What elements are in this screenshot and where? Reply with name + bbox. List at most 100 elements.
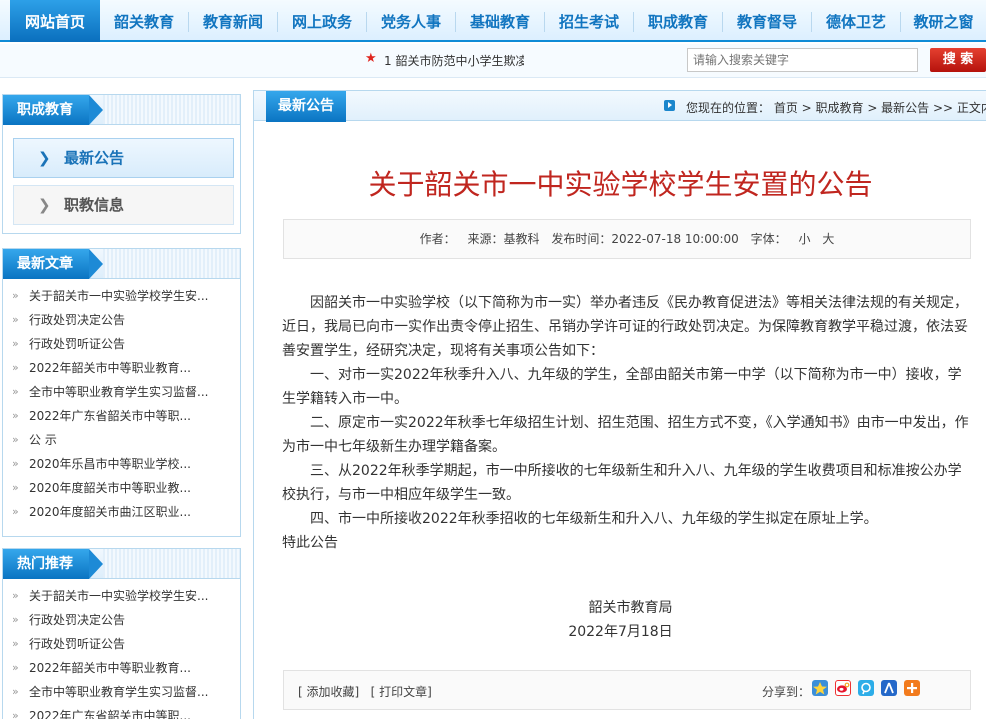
article-footer: [ 添加收藏] [ 打印文章] 分享到：	[283, 670, 971, 710]
article-paragraph: 二、原定市一实2022年秋季七年级招生计划、招生范围、招生方式不变，《入学通知书…	[282, 415, 969, 455]
share-label: 分享到：	[762, 685, 811, 699]
print-article-link[interactable]: [ 打印文章]	[371, 685, 432, 699]
weibo-share-icon[interactable]	[835, 680, 851, 696]
double-chevron-icon: »	[12, 337, 19, 350]
sidebar-section-title: 职成教育	[3, 95, 103, 125]
sidebar-item-vocational-info[interactable]: ❯ 职教信息	[13, 185, 234, 225]
tencent-weibo-share-icon[interactable]	[858, 680, 874, 696]
font-small-button[interactable]: 小	[798, 232, 810, 246]
article-date: 2022年7月18日	[568, 624, 673, 640]
nav-item-enrollment-exams[interactable]: 招生考试	[545, 0, 633, 42]
qzone-share-icon[interactable]	[812, 680, 828, 696]
nav-item-sports-health-arts[interactable]: 德体卫艺	[812, 0, 900, 42]
nav-item-online-affairs[interactable]: 网上政务	[278, 0, 366, 42]
article-panel-tab: 最新公告	[266, 91, 346, 122]
article-paragraph: 三、从2022年秋季学期起，市一中所接收的七年级新生和升入八、九年级的学生收费项…	[282, 463, 962, 503]
add-favorite-link[interactable]: [ 添加收藏]	[298, 685, 359, 699]
hot-recommended-list: » 关于韶关市一中实验学校学生安... » 行政处罚决定公告 » 行政处罚听证公告 »…	[3, 579, 240, 719]
latest-articles-list: » 关于韶关市一中实验学校学生安... » 行政处罚决定公告 » 行政处罚听证公告 »…	[3, 279, 240, 524]
double-chevron-icon: »	[12, 685, 19, 698]
list-item[interactable]: » 全市中等职业教育学生实习监督...	[3, 380, 240, 404]
double-chevron-icon: »	[12, 505, 19, 518]
list-item[interactable]: » 2022年广东省韶关市中等职...	[3, 704, 240, 719]
list-item[interactable]: » 行政处罚听证公告	[3, 632, 240, 656]
news-ticker[interactable]: 1 韶关市防范中小学生欺凌	[384, 52, 524, 68]
nav-item-shaoguan-education[interactable]: 韶关教育	[100, 0, 188, 42]
latest-articles-header: 最新文章	[3, 249, 240, 279]
search-button[interactable]: 搜 索	[930, 48, 986, 72]
double-chevron-icon: »	[12, 661, 19, 674]
sidebar-section-header: 职成教育	[3, 95, 240, 125]
hot-recommended-header: 热门推荐	[3, 549, 240, 579]
nav-item-education-news[interactable]: 教育新闻	[189, 0, 277, 42]
double-chevron-icon: »	[12, 481, 19, 494]
nav-item-home[interactable]: 网站首页	[10, 0, 100, 42]
article-body: 因韶关市一中实验学校（以下简称为市一实）举办者违反《民办教育促进法》等相关法律法…	[282, 291, 972, 555]
nav-item-teaching-research[interactable]: 教研之窗	[901, 0, 986, 42]
article-actions: [ 添加收藏] [ 打印文章]	[298, 683, 432, 700]
chevron-right-icon: ❯	[38, 196, 51, 214]
double-chevron-icon: »	[12, 709, 19, 719]
article-panel: 最新公告 您现在的位置： 首页 > 职成教育 > 最新公告 >> 正文内容 关于…	[253, 90, 986, 719]
list-item[interactable]: » 全市中等职业教育学生实习监督...	[3, 680, 240, 704]
double-chevron-icon: »	[12, 457, 19, 470]
list-item[interactable]: » 2022年韶关市中等职业教育...	[3, 356, 240, 380]
nav-item-party-personnel[interactable]: 党务人事	[367, 0, 455, 42]
hot-recommended-box: 热门推荐 » 关于韶关市一中实验学校学生安... » 行政处罚决定公告 » 行政处罚听…	[2, 548, 241, 719]
list-item[interactable]: » 2022年广东省韶关市中等职...	[3, 404, 240, 428]
hot-recommended-title: 热门推荐	[3, 549, 103, 579]
double-chevron-icon: »	[12, 385, 19, 398]
list-item[interactable]: » 行政处罚决定公告	[3, 308, 240, 332]
article-paragraph: 因韶关市一中实验学校（以下简称为市一实）举办者违反《民办教育促进法》等相关法律法…	[282, 295, 968, 359]
list-item[interactable]: » 关于韶关市一中实验学校学生安...	[3, 284, 240, 308]
double-chevron-icon: »	[12, 361, 19, 374]
article-title: 关于韶关市一中实验学校学生安置的公告	[368, 168, 873, 201]
list-item[interactable]: » 行政处罚听证公告	[3, 332, 240, 356]
search-input[interactable]	[687, 48, 918, 72]
double-chevron-icon: »	[12, 313, 19, 326]
double-chevron-icon: »	[12, 409, 19, 422]
double-chevron-icon: »	[12, 433, 19, 446]
latest-articles-box: 最新文章 » 关于韶关市一中实验学校学生安... » 行政处罚决定公告 » 行政处罚听…	[2, 248, 241, 537]
list-item[interactable]: » 2020年度韶关市中等职业教...	[3, 476, 240, 500]
location-arrow-icon	[664, 100, 675, 111]
meta-publish-time: 发布时间：2022-07-18 10:00:00	[551, 232, 739, 246]
double-chevron-icon: »	[12, 613, 19, 626]
list-item[interactable]: » 行政处罚决定公告	[3, 608, 240, 632]
nav-item-education-supervision[interactable]: 教育督导	[723, 0, 811, 42]
list-item[interactable]: » 2020年乐昌市中等职业学校...	[3, 452, 240, 476]
header-stripes	[103, 249, 240, 278]
list-item[interactable]: » 关于韶关市一中实验学校学生安...	[3, 584, 240, 608]
header-stripes	[103, 95, 240, 124]
article-meta: 作者： 来源：基教科 发布时间：2022-07-18 10:00:00 字体： …	[283, 219, 971, 259]
double-chevron-icon: »	[12, 589, 19, 602]
double-chevron-icon: »	[12, 637, 19, 650]
meta-author: 作者：	[419, 232, 456, 246]
article-closing: 特此公告	[282, 535, 338, 551]
star-icon: ★	[365, 51, 377, 66]
font-large-button[interactable]: 大	[822, 232, 834, 246]
nav-item-vocational-education[interactable]: 职成教育	[634, 0, 722, 42]
chevron-right-icon: ❯	[38, 149, 51, 167]
latest-articles-title: 最新文章	[3, 249, 103, 279]
article-paragraph: 四、市一中所接收2022年秋季招收的七年级新生和升入八、九年级的学生拟定在原址上…	[310, 511, 878, 527]
list-item[interactable]: » 公 示	[3, 428, 240, 452]
sidebar-item-latest-notice[interactable]: ❯ 最新公告	[13, 138, 234, 178]
list-item[interactable]: » 2022年韶关市中等职业教育...	[3, 656, 240, 680]
article-signature: 韶关市教育局	[588, 600, 673, 616]
meta-font-label: 字体：	[750, 232, 787, 246]
breadcrumb[interactable]: 您现在的位置： 首页 > 职成教育 > 最新公告 >> 正文内容	[686, 99, 986, 116]
sidebar-item-label: 最新公告	[64, 149, 125, 167]
nav-item-basic-education[interactable]: 基础教育	[456, 0, 544, 42]
more-share-icon[interactable]	[904, 680, 920, 696]
article-paragraph: 一、对市一实2022年秋季升入八、九年级的学生，全部由韶关市第一中学（以下简称为…	[282, 367, 962, 407]
meta-source: 来源：基教科	[467, 232, 540, 246]
top-nav: 网站首页 韶关教育 教育新闻 网上政务 党务人事 基础教育 招生考试 职成教育 …	[0, 0, 986, 42]
sidebar-item-label: 职教信息	[64, 196, 125, 214]
double-chevron-icon: »	[12, 289, 19, 302]
article-panel-header: 最新公告 您现在的位置： 首页 > 职成教育 > 最新公告 >> 正文内容	[254, 91, 986, 122]
sidebar-section-box: 职成教育 ❯ 最新公告 ❯ 职教信息	[2, 94, 241, 234]
header-stripes	[103, 549, 240, 578]
list-item[interactable]: » 2020年度韶关市曲江区职业...	[3, 500, 240, 524]
renren-share-icon[interactable]	[881, 680, 897, 696]
